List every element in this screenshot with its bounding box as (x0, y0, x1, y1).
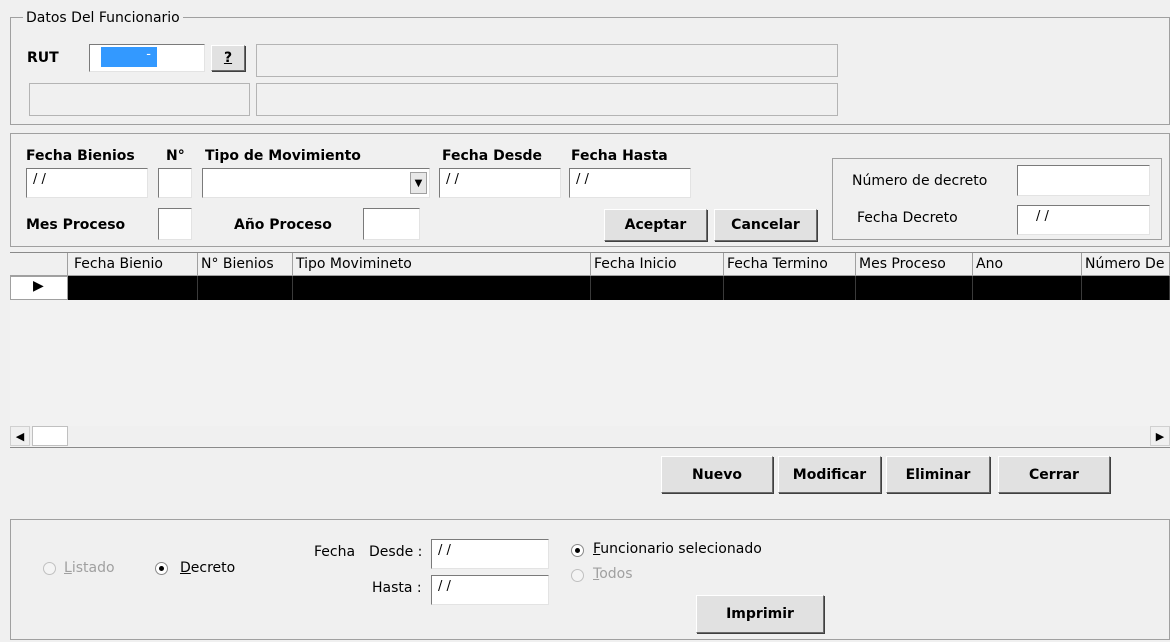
fecha-decreto-input[interactable]: / / (1017, 205, 1150, 235)
numero-decreto-input[interactable] (1017, 165, 1150, 196)
fecha-bienios-input[interactable]: / / (26, 168, 148, 198)
decreto-label: Decreto (180, 560, 236, 576)
chevron-down-icon[interactable]: ▼ (410, 172, 427, 194)
listado-label: Listado (64, 560, 115, 576)
fecha-hasta-label: Fecha Hasta (571, 148, 668, 164)
funcionario-selecionado-radio[interactable] (571, 544, 584, 557)
col-n-bienios[interactable]: N° Bienios (198, 253, 293, 276)
fecha-desde-input[interactable]: / / (439, 168, 561, 198)
col-fecha-inicio[interactable]: Fecha Inicio (591, 253, 724, 276)
col-numero-decreto[interactable]: Número De (1082, 253, 1170, 276)
table-cell[interactable] (198, 276, 293, 300)
funcionario-legend: Datos Del Funcionario (23, 10, 183, 26)
scroll-right-icon[interactable]: ▶ (1150, 426, 1170, 446)
bienios-grid[interactable]: Fecha Bienio N° Bienios Tipo Movimineto … (10, 252, 1170, 448)
report-hasta-input[interactable]: / / (431, 575, 549, 605)
todos-radio[interactable] (571, 569, 584, 582)
modificar-button[interactable]: Modificar (778, 456, 881, 493)
anio-proceso-label: Año Proceso (234, 217, 332, 233)
table-cell[interactable] (856, 276, 973, 300)
nuevo-button[interactable]: Nuevo (661, 456, 773, 493)
scroll-thumb[interactable] (32, 426, 68, 446)
listado-radio[interactable] (43, 562, 56, 575)
mes-proceso-input[interactable] (158, 208, 192, 240)
col-fecha-termino[interactable]: Fecha Termino (724, 253, 856, 276)
eliminar-button[interactable]: Eliminar (886, 456, 990, 493)
scroll-left-icon[interactable]: ◀ (10, 426, 30, 446)
table-cell[interactable] (724, 276, 856, 300)
tipo-movimiento-select[interactable]: ▼ (202, 168, 430, 198)
grid-bottom-border (10, 447, 1170, 448)
rut-value: - (146, 47, 151, 62)
numero-input[interactable] (158, 168, 192, 198)
col-ano[interactable]: Ano (973, 253, 1082, 276)
fecha-label: Fecha (314, 544, 356, 560)
col-mes-proceso[interactable]: Mes Proceso (856, 253, 973, 276)
aceptar-button[interactable]: Aceptar (604, 209, 707, 241)
codigo-field (29, 83, 250, 116)
fecha-desde-label: Fecha Desde (442, 148, 543, 164)
col-tipo-movimiento[interactable]: Tipo Movimineto (293, 253, 591, 276)
decreto-radio[interactable] (155, 562, 168, 575)
grid-corner (10, 253, 68, 276)
fecha-decreto-label: Fecha Decreto (857, 210, 958, 226)
hasta-label: Hasta : (372, 580, 422, 596)
imprimir-button[interactable]: Imprimir (696, 595, 824, 633)
table-cell[interactable] (68, 276, 198, 300)
row-pointer-icon: ▶ (33, 278, 44, 294)
mes-proceso-label: Mes Proceso (26, 217, 126, 233)
row-selector[interactable]: ▶ (10, 276, 68, 300)
rut-label: RUT (27, 50, 59, 66)
cerrar-button[interactable]: Cerrar (998, 456, 1110, 493)
tipo-movimiento-label: Tipo de Movimiento (205, 148, 361, 164)
horizontal-scrollbar[interactable]: ◀ ▶ (10, 426, 1170, 446)
table-cell[interactable] (1082, 276, 1170, 300)
fecha-bienios-label: Fecha Bienios (26, 148, 135, 164)
table-cell[interactable] (591, 276, 724, 300)
rut-help-button[interactable]: ? (211, 45, 245, 71)
col-fecha-bienio[interactable]: Fecha Bienio (68, 253, 198, 276)
numero-decreto-label: Número de decreto (852, 173, 988, 189)
nombre-field (256, 44, 838, 77)
grid-header: Fecha Bienio N° Bienios Tipo Movimineto … (10, 253, 1170, 276)
todos-label: Todos (593, 566, 633, 582)
table-row[interactable] (68, 276, 1170, 300)
table-cell[interactable] (293, 276, 591, 300)
numero-label: N° (166, 148, 185, 164)
desde-label: Desde : (369, 544, 423, 560)
fecha-hasta-input[interactable]: / / (569, 168, 691, 198)
rut-input[interactable]: - (89, 44, 205, 72)
report-desde-input[interactable]: / / (431, 539, 549, 569)
rut-selection: - (101, 47, 157, 67)
anio-proceso-input[interactable] (363, 208, 420, 240)
funcionario-selecionado-label: Funcionario selecionado (593, 541, 762, 557)
cargo-field (256, 83, 838, 116)
cancelar-button[interactable]: Cancelar (714, 209, 817, 241)
report-frame (10, 519, 1170, 640)
table-cell[interactable] (973, 276, 1082, 300)
